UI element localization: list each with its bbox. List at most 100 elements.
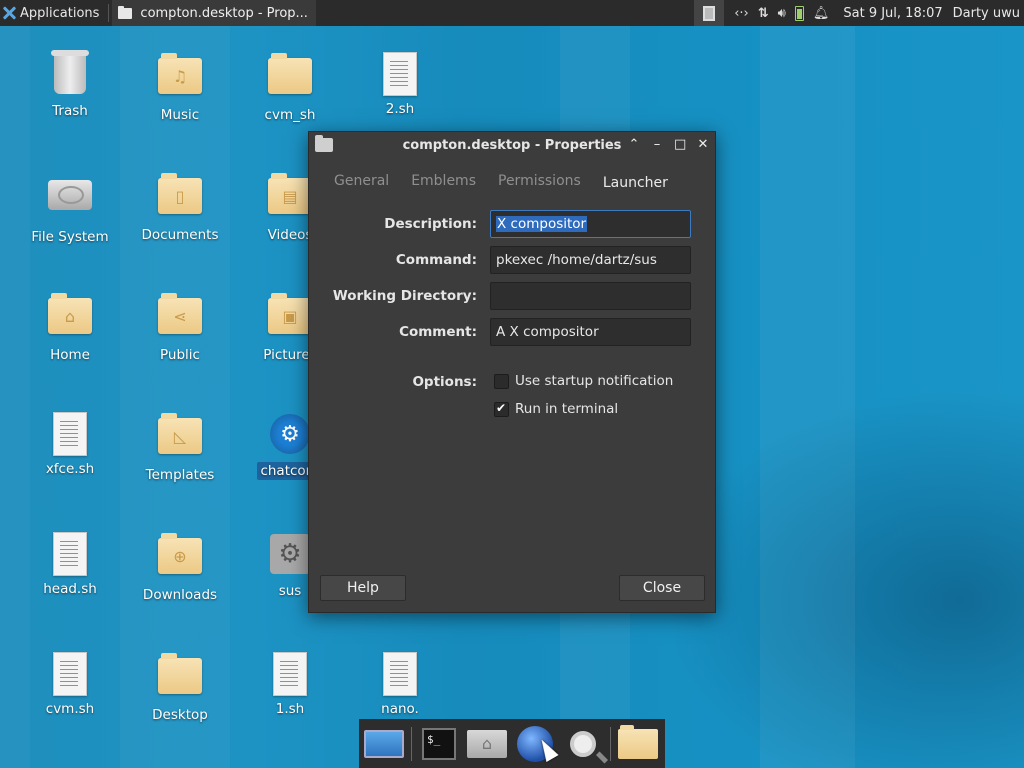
command-field[interactable]: pkexec /home/dartz/sus	[490, 246, 691, 274]
clock[interactable]: Sat 9 Jul, 18:07	[837, 6, 952, 21]
trash-icon	[51, 50, 89, 94]
desktop-icon-label: Trash	[52, 103, 88, 119]
help-button[interactable]: Help	[320, 575, 406, 601]
tab-emblems[interactable]: Emblems	[400, 172, 487, 192]
desktop-icon-label: Desktop	[152, 707, 208, 723]
search-icon	[570, 730, 596, 757]
dock: $_ ⌂	[359, 719, 665, 768]
desktop-icon-label: Templates	[145, 467, 215, 483]
comment-field[interactable]: A X compositor	[490, 318, 691, 346]
working-directory-field[interactable]	[490, 282, 691, 310]
desktop-icon-public[interactable]: ⋖ Public	[130, 292, 230, 364]
desktop-icon-label: Downloads	[142, 587, 218, 603]
battery-icon[interactable]	[794, 5, 804, 21]
desktop-icon-documents[interactable]: ▯ Documents	[130, 172, 230, 244]
desktop-icon-templates[interactable]: ◺ Templates	[130, 412, 230, 484]
gear-icon: ⚙	[270, 534, 310, 574]
folder-icon	[268, 53, 312, 94]
desktop-icon-trash[interactable]: Trash	[20, 50, 120, 120]
desktop-icon-cvm-sh[interactable]: cvm_sh	[240, 52, 340, 124]
run-in-terminal-checkbox[interactable]	[494, 401, 509, 417]
dock-show-desktop[interactable]	[363, 724, 405, 764]
applications-menu-button[interactable]: Applications	[0, 0, 105, 26]
xfce-logo-icon	[2, 6, 16, 20]
run-in-terminal-option[interactable]: Run in terminal	[494, 401, 618, 417]
music-folder-icon: ♫	[158, 53, 202, 94]
script-file-icon	[53, 652, 87, 696]
tab-general[interactable]: General	[323, 172, 400, 192]
desktop-icon-label: Music	[160, 107, 200, 123]
close-icon[interactable]: ✕	[697, 137, 709, 153]
desktop-icon-label: 1.sh	[275, 701, 305, 717]
desktop-icon-label: cvm.sh	[45, 701, 95, 717]
desktop-icon-label: File System	[31, 229, 109, 245]
tab-permissions[interactable]: Permissions	[487, 172, 592, 192]
folder-icon	[118, 5, 133, 19]
properties-dialog: compton.desktop - Properties ⌃ – □ ✕ Gen…	[308, 131, 716, 613]
system-tray: ‹·› ⇅ 🔊︎ 🔔︎	[724, 0, 837, 26]
script-file-icon	[383, 52, 417, 96]
workspace-switcher[interactable]	[694, 0, 725, 26]
desktop-icon-cvm-sh-file[interactable]: cvm.sh	[20, 652, 120, 718]
volume-icon[interactable]: 🔊︎	[778, 6, 786, 21]
network-transfer-icon[interactable]: ⇅	[758, 6, 769, 21]
dock-terminal[interactable]: $_	[418, 724, 460, 764]
desktop-icon-downloads[interactable]: ⊕ Downloads	[130, 532, 230, 604]
taskbar-window-button[interactable]: compton.desktop - Prop...	[112, 0, 316, 26]
desktop-icon-file-system[interactable]: File System	[20, 172, 120, 246]
compton-gear-icon: ⚙	[270, 414, 310, 454]
description-field[interactable]: X compositor	[490, 210, 691, 238]
taskbar-window-title: compton.desktop - Prop...	[140, 5, 308, 21]
desktop-icon-1-sh[interactable]: 1.sh	[240, 652, 340, 718]
tab-launcher[interactable]: Launcher	[592, 174, 679, 192]
desktop-icon-label: 2.sh	[385, 101, 415, 117]
dock-separator	[411, 726, 412, 761]
description-value: X compositor	[496, 216, 588, 232]
network-arrows-icon[interactable]: ‹·›	[734, 6, 749, 21]
videos-folder-icon: ▤	[268, 173, 312, 214]
script-file-icon	[53, 532, 87, 576]
dialog-tabs: General Emblems Permissions Launcher	[323, 172, 679, 192]
desktop-icon-label: Home	[50, 347, 90, 363]
desktop-icon-desktop[interactable]: Desktop	[130, 652, 230, 724]
script-file-icon	[53, 412, 87, 456]
applications-label: Applications	[20, 5, 100, 21]
desktop-icon-home[interactable]: ⌂ Home	[20, 292, 120, 364]
script-file-icon	[273, 652, 307, 696]
pictures-folder-icon: ▣	[268, 293, 312, 334]
desktop-icon-label: sus	[278, 583, 302, 599]
dock-folder[interactable]	[617, 724, 659, 764]
options-label: Options:	[412, 374, 477, 390]
dialog-titlebar[interactable]: compton.desktop - Properties ⌃ – □ ✕	[309, 132, 715, 160]
folder-icon	[158, 653, 202, 694]
dock-file-manager[interactable]: ⌂	[466, 724, 508, 764]
shade-chevron-up-icon[interactable]: ⌃	[628, 137, 640, 153]
working-directory-label: Working Directory:	[332, 288, 477, 304]
description-label: Description:	[384, 216, 477, 232]
comment-label: Comment:	[399, 324, 477, 340]
downloads-folder-icon: ⊕	[158, 533, 202, 574]
text-file-icon	[383, 652, 417, 696]
startup-notification-label: Use startup notification	[515, 373, 674, 389]
dock-app-finder[interactable]	[562, 724, 604, 764]
desktop-icon-music[interactable]: ♫ Music	[130, 52, 230, 124]
desktop-icon-label: Public	[160, 347, 200, 363]
startup-notification-checkbox[interactable]	[494, 373, 509, 389]
home-folder-icon: ⌂	[467, 729, 507, 758]
desktop-icon-head-sh[interactable]: head.sh	[20, 532, 120, 598]
minimize-icon[interactable]: –	[651, 137, 663, 153]
desktop-icon-2-sh[interactable]: 2.sh	[350, 52, 450, 118]
startup-notification-option[interactable]: Use startup notification	[494, 373, 673, 389]
notification-bell-icon[interactable]: 🔔︎	[813, 6, 830, 21]
maximize-icon[interactable]: □	[674, 137, 686, 153]
show-desktop-icon	[364, 729, 404, 758]
desktop-icon-nano[interactable]: nano.	[350, 652, 450, 718]
desktop-icon-xfce-sh[interactable]: xfce.sh	[20, 412, 120, 478]
command-value: pkexec /home/dartz/sus	[496, 252, 657, 268]
user-menu[interactable]: Darty uwu	[953, 6, 1024, 21]
hard-drive-icon	[48, 180, 92, 210]
close-button[interactable]: Close	[619, 575, 705, 601]
comment-value: A X compositor	[496, 324, 599, 340]
desktop-icon-label: Documents	[141, 227, 219, 243]
workspace-icon	[703, 5, 716, 21]
